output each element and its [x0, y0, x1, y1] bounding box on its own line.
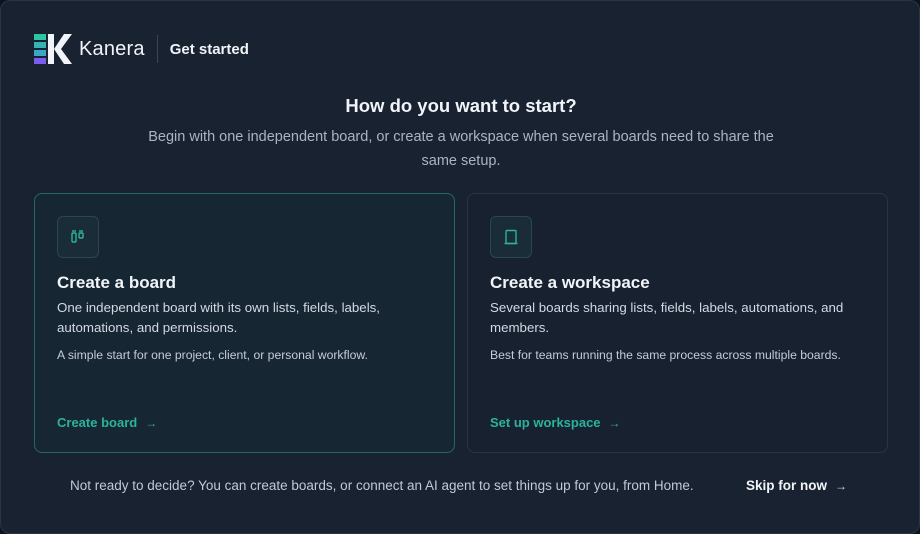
kanera-logo-icon: [34, 34, 72, 64]
main-heading: How do you want to start?: [345, 95, 577, 116]
card-note: A simple start for one project, client, …: [57, 348, 368, 362]
set-up-workspace-button[interactable]: Set up workspace →: [490, 415, 621, 430]
set-up-workspace-label: Set up workspace: [490, 415, 601, 430]
brand-name: Kanera: [79, 37, 145, 60]
header-divider: [156, 35, 158, 63]
create-board-label: Create board: [57, 415, 138, 430]
card-note: Best for teams running the same process …: [490, 348, 841, 362]
board-icon: [57, 216, 99, 258]
card-description: One independent board with its own lists…: [57, 300, 381, 335]
onboarding-window: Kanera Get started How do you want to st…: [0, 0, 920, 534]
page-title: Get started: [169, 40, 249, 58]
card-title: Create a board: [57, 273, 177, 292]
header: Kanera Get started: [34, 34, 249, 64]
arrow-right-icon: →: [145, 415, 158, 430]
card-description: Several boards sharing lists, fields, la…: [490, 300, 844, 335]
create-workspace-card[interactable]: Create a workspace Several boards sharin…: [467, 193, 888, 453]
skip-for-now-button[interactable]: Skip for now →: [746, 478, 847, 493]
skip-label: Skip for now: [746, 478, 827, 493]
card-title: Create a workspace: [490, 273, 650, 292]
arrow-right-icon: →: [608, 415, 621, 430]
create-board-card[interactable]: Create a board One independent board wit…: [34, 193, 455, 453]
create-board-button[interactable]: Create board →: [57, 415, 157, 430]
main-subheading: Begin with one independent board, or cre…: [148, 129, 774, 169]
arrow-right-icon: →: [835, 478, 847, 493]
building-icon: [490, 216, 532, 258]
footer-hint: Not ready to decide? You can create boar…: [70, 478, 694, 493]
